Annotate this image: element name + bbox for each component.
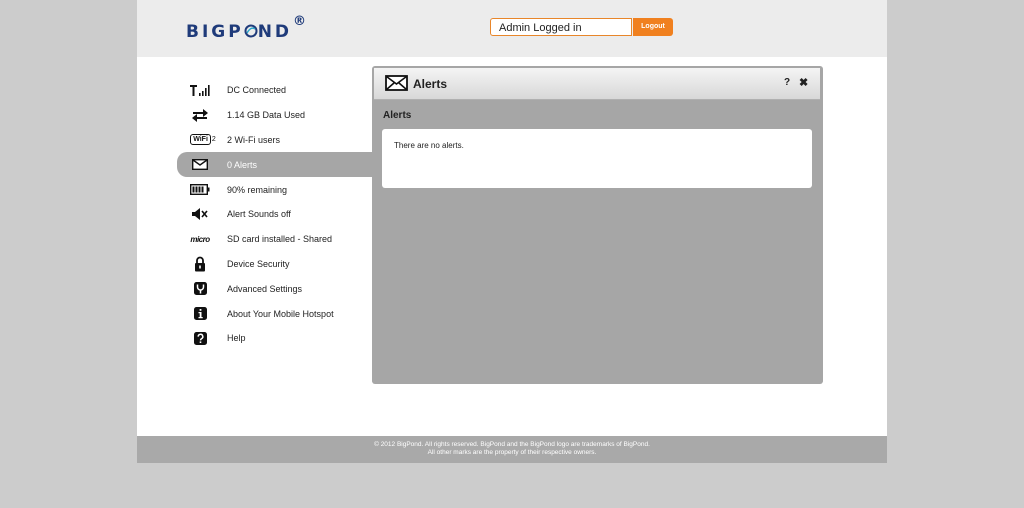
mail-icon (385, 75, 408, 96)
sidebar-item-label: About Your Mobile Hotspot (227, 308, 334, 319)
footer: © 2012 BigPond. All rights reserved. Big… (137, 436, 887, 463)
sidebar-item-label: DC Connected (227, 85, 287, 96)
empty-alerts-message: There are no alerts. (394, 141, 464, 150)
panel-title: Alerts (413, 77, 448, 91)
battery-icon (189, 181, 211, 199)
sidebar-item-label: Device Security (227, 258, 290, 269)
sidebar-item-label: 1.14 GB Data Used (227, 110, 306, 121)
sidebar-item-label: 0 Alerts (227, 159, 258, 170)
signal-icon (189, 81, 211, 99)
logout-button[interactable]: Logout (633, 18, 673, 36)
alerts-panel: Alerts ? ✖ Alerts There are no alerts. (372, 66, 823, 384)
wifi-icon: WiFi 2 (187, 131, 219, 149)
bigpond-logo[interactable]: BIGP ND ® (186, 14, 306, 44)
mail-icon (189, 156, 211, 174)
microsd-icon: micro (190, 234, 210, 244)
data-transfer-icon (189, 106, 211, 124)
speaker-muted-icon (189, 205, 211, 223)
sidebar-item-label: Alert Sounds off (227, 209, 291, 220)
close-icon[interactable]: ✖ (799, 76, 808, 89)
sidebar-item-label: SD card installed - Shared (227, 234, 333, 245)
page: BIGP ND ® Admin Logged in Logout DC Conne… (137, 0, 887, 463)
sidebar-item-label: 2 Wi-Fi users (227, 134, 281, 145)
registered-mark: ® (293, 14, 307, 29)
logo-o-icon (244, 22, 258, 42)
login-status-field: Admin Logged in (490, 18, 632, 36)
section-heading: Alerts (383, 110, 412, 121)
sidebar-item-label: 90% remaining (227, 184, 288, 195)
sidebar-item-alerts[interactable]: 0 Alerts (177, 152, 373, 178)
sidebar-item-label: Advanced Settings (227, 283, 303, 294)
header: BIGP ND ® Admin Logged in Logout (137, 0, 887, 57)
footer-trademark: All other marks are the property of thei… (427, 449, 597, 456)
help-icon[interactable]: ? (784, 77, 790, 88)
footer-copyright: © 2012 BigPond. All rights reserved. Big… (374, 441, 650, 448)
lock-icon (189, 255, 211, 273)
wrench-icon (189, 280, 211, 298)
info-icon (189, 305, 211, 323)
sidebar-item-label: Help (227, 333, 246, 344)
alerts-list: There are no alerts. (382, 129, 812, 188)
help-icon (189, 329, 211, 347)
panel-title-bar: Alerts ? ✖ (374, 68, 820, 100)
